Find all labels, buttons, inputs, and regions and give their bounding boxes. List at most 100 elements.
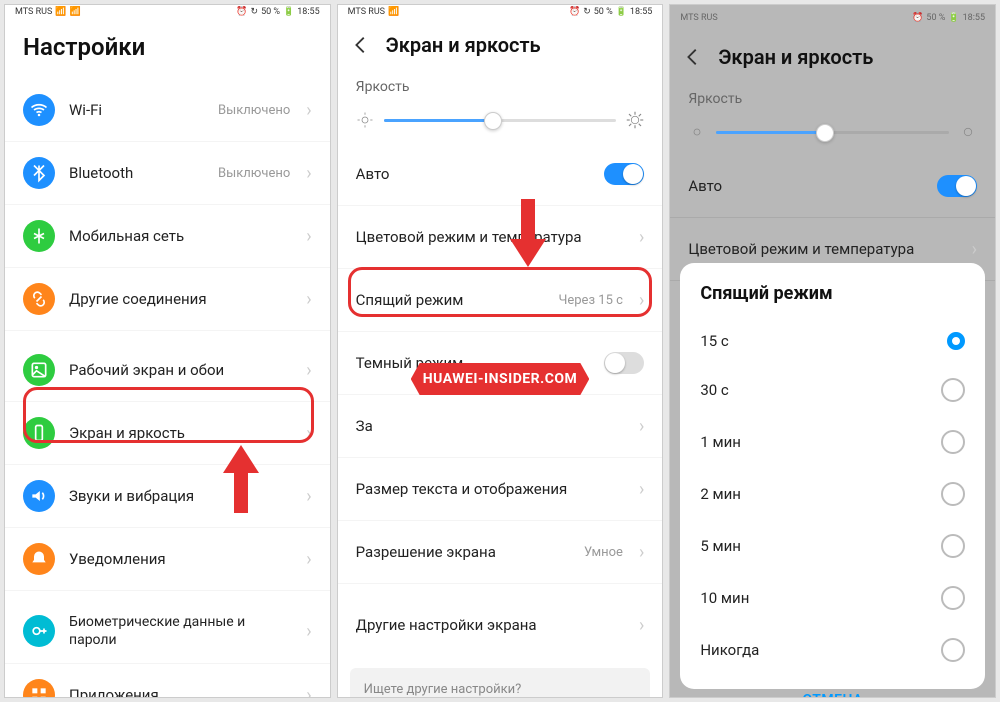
option-label: 2 мин: [700, 485, 741, 503]
brightness-high-icon: [959, 123, 977, 141]
bt-icon: [23, 157, 55, 189]
brightness-low-icon: [688, 123, 706, 141]
settings-row[interactable]: Wi-Fi Выключено ›: [5, 79, 330, 142]
sleep-option[interactable]: 30 с: [680, 364, 985, 416]
back-icon[interactable]: [682, 46, 704, 68]
row-value: Умное: [584, 545, 623, 560]
arrow-up-indicator: [221, 445, 261, 515]
settings-row[interactable]: Биометрические данные и пароли›: [5, 599, 330, 664]
row-label: Биометрические данные и пароли: [69, 613, 292, 649]
status-bar: MTS RUS📶 ⏰↻50 %🔋18:55: [338, 5, 663, 19]
option-label: 10 мин: [700, 589, 749, 607]
option-label: 5 мин: [700, 537, 741, 555]
sleep-mode-dialog: Спящий режим 15 с 30 с 1 мин 2 мин 5 мин 10 м…: [680, 263, 985, 689]
settings-screen: MTS RUS📶📶 ⏰↻50 %🔋18:55 Настройки Wi-FiВы…: [4, 4, 331, 698]
bio-icon: [23, 615, 55, 647]
apps-icon: [23, 679, 55, 698]
watermark: HUAWEI-INSIDER.COM: [368, 363, 633, 395]
radio-icon: [941, 430, 965, 454]
chevron-icon: ›: [639, 290, 644, 311]
sleep-option[interactable]: 5 мин: [680, 520, 985, 572]
settings-row[interactable]: Мобильная сеть ›: [5, 205, 330, 268]
settings-row[interactable]: Звуки и вибрация›: [5, 465, 330, 528]
status-bar: MTS RUS📶📶 ⏰↻50 %🔋18:55: [5, 5, 330, 19]
settings-row[interactable]: Другие соединения ›: [5, 268, 330, 331]
row-label: Уведомления: [69, 550, 292, 568]
auto-brightness-row[interactable]: Авто: [338, 143, 663, 206]
disp-icon: [23, 417, 55, 449]
settings-row[interactable]: Bluetooth Выключено ›: [5, 142, 330, 205]
auto-toggle[interactable]: [937, 175, 977, 197]
auto-brightness-row[interactable]: Авто: [670, 155, 995, 218]
display-row[interactable]: Спящий режим Через 15 с ›: [338, 269, 663, 332]
settings-row[interactable]: Уведомления›: [5, 528, 330, 591]
chevron-icon: ›: [306, 100, 311, 121]
settings-row[interactable]: Рабочий экран и обои ›: [5, 339, 330, 402]
chevron-icon: ›: [306, 685, 311, 698]
option-label: Никогда: [700, 641, 759, 659]
other-display-settings[interactable]: Другие настройки экрана›: [338, 594, 663, 656]
display-row[interactable]: Цветовой режим и температура ›: [338, 206, 663, 269]
radio-icon: [941, 482, 965, 506]
radio-icon: [941, 534, 965, 558]
sleep-option[interactable]: Никогда: [680, 624, 985, 676]
row-value: Выключено: [218, 103, 290, 118]
back-icon[interactable]: [350, 34, 372, 56]
auto-toggle[interactable]: [604, 163, 644, 185]
status-bar: MTS RUS ⏰50 %🔋18:55: [670, 5, 995, 31]
sleep-option[interactable]: 2 мин: [680, 468, 985, 520]
row-label: Цветовой режим и температура: [356, 228, 625, 246]
chevron-icon: ›: [639, 227, 644, 248]
option-label: 15 с: [700, 332, 728, 350]
chevron-icon: ›: [639, 479, 644, 500]
chevron-icon: ›: [306, 163, 311, 184]
page-title: Экран и яркость: [718, 45, 873, 69]
notif-icon: [23, 543, 55, 575]
row-value: Выключено: [218, 166, 290, 181]
chevron-icon: ›: [306, 423, 311, 444]
radio-icon: [947, 332, 965, 350]
cancel-button[interactable]: ОТМЕНА: [680, 676, 985, 698]
option-label: 1 мин: [700, 433, 741, 451]
chevron-icon: ›: [306, 486, 311, 507]
row-label: Bluetooth: [69, 164, 204, 182]
snd-icon: [23, 480, 55, 512]
row-label: Размер текста и отображения: [356, 480, 625, 498]
chevron-icon: ›: [306, 289, 311, 310]
row-label: Другие соединения: [69, 290, 292, 308]
wall-icon: [23, 354, 55, 386]
display-row[interactable]: Разрешение экранаУмное›: [338, 521, 663, 584]
row-label: Приложения: [69, 686, 292, 698]
row-label: Рабочий экран и обои: [69, 361, 292, 379]
chevron-icon: ›: [639, 416, 644, 437]
dialog-title: Спящий режим: [680, 265, 985, 318]
brightness-label: Яркость: [670, 87, 995, 115]
row-value: Через 15 с: [558, 293, 622, 308]
brightness-slider[interactable]: [670, 115, 995, 155]
row-label: Мобильная сеть: [69, 227, 292, 245]
display-row[interactable]: Размер текста и отображения ›: [338, 458, 663, 521]
chevron-icon: ›: [306, 226, 311, 247]
row-label: Разрешение экрана: [356, 543, 570, 561]
row-label: Спящий режим: [356, 291, 545, 309]
sleep-mode-dialog-screen: MTS RUS ⏰50 %🔋18:55 Экран и яркость Ярко…: [669, 4, 996, 698]
sleep-option[interactable]: 15 с: [680, 318, 985, 364]
row-label: Wi-Fi: [69, 101, 204, 119]
radio-icon: [941, 638, 965, 662]
chevron-icon: ›: [306, 360, 311, 381]
mob-icon: [23, 220, 55, 252]
settings-row[interactable]: Приложения ›: [5, 664, 330, 698]
brightness-high-icon: [626, 111, 644, 129]
radio-icon: [941, 586, 965, 610]
page-title: Экран и яркость: [386, 33, 541, 57]
footer-tip: Ищете другие настройки? Простой режим: [350, 668, 651, 698]
brightness-low-icon: [356, 111, 374, 129]
sleep-option[interactable]: 1 мин: [680, 416, 985, 468]
brightness-slider[interactable]: [338, 103, 663, 143]
sleep-option[interactable]: 10 мин: [680, 572, 985, 624]
display-row[interactable]: За›: [338, 395, 663, 458]
row-label: Экран и яркость: [69, 424, 292, 442]
link-icon: [23, 283, 55, 315]
brightness-label: Яркость: [338, 75, 663, 103]
settings-row[interactable]: Экран и яркость ›: [5, 402, 330, 465]
